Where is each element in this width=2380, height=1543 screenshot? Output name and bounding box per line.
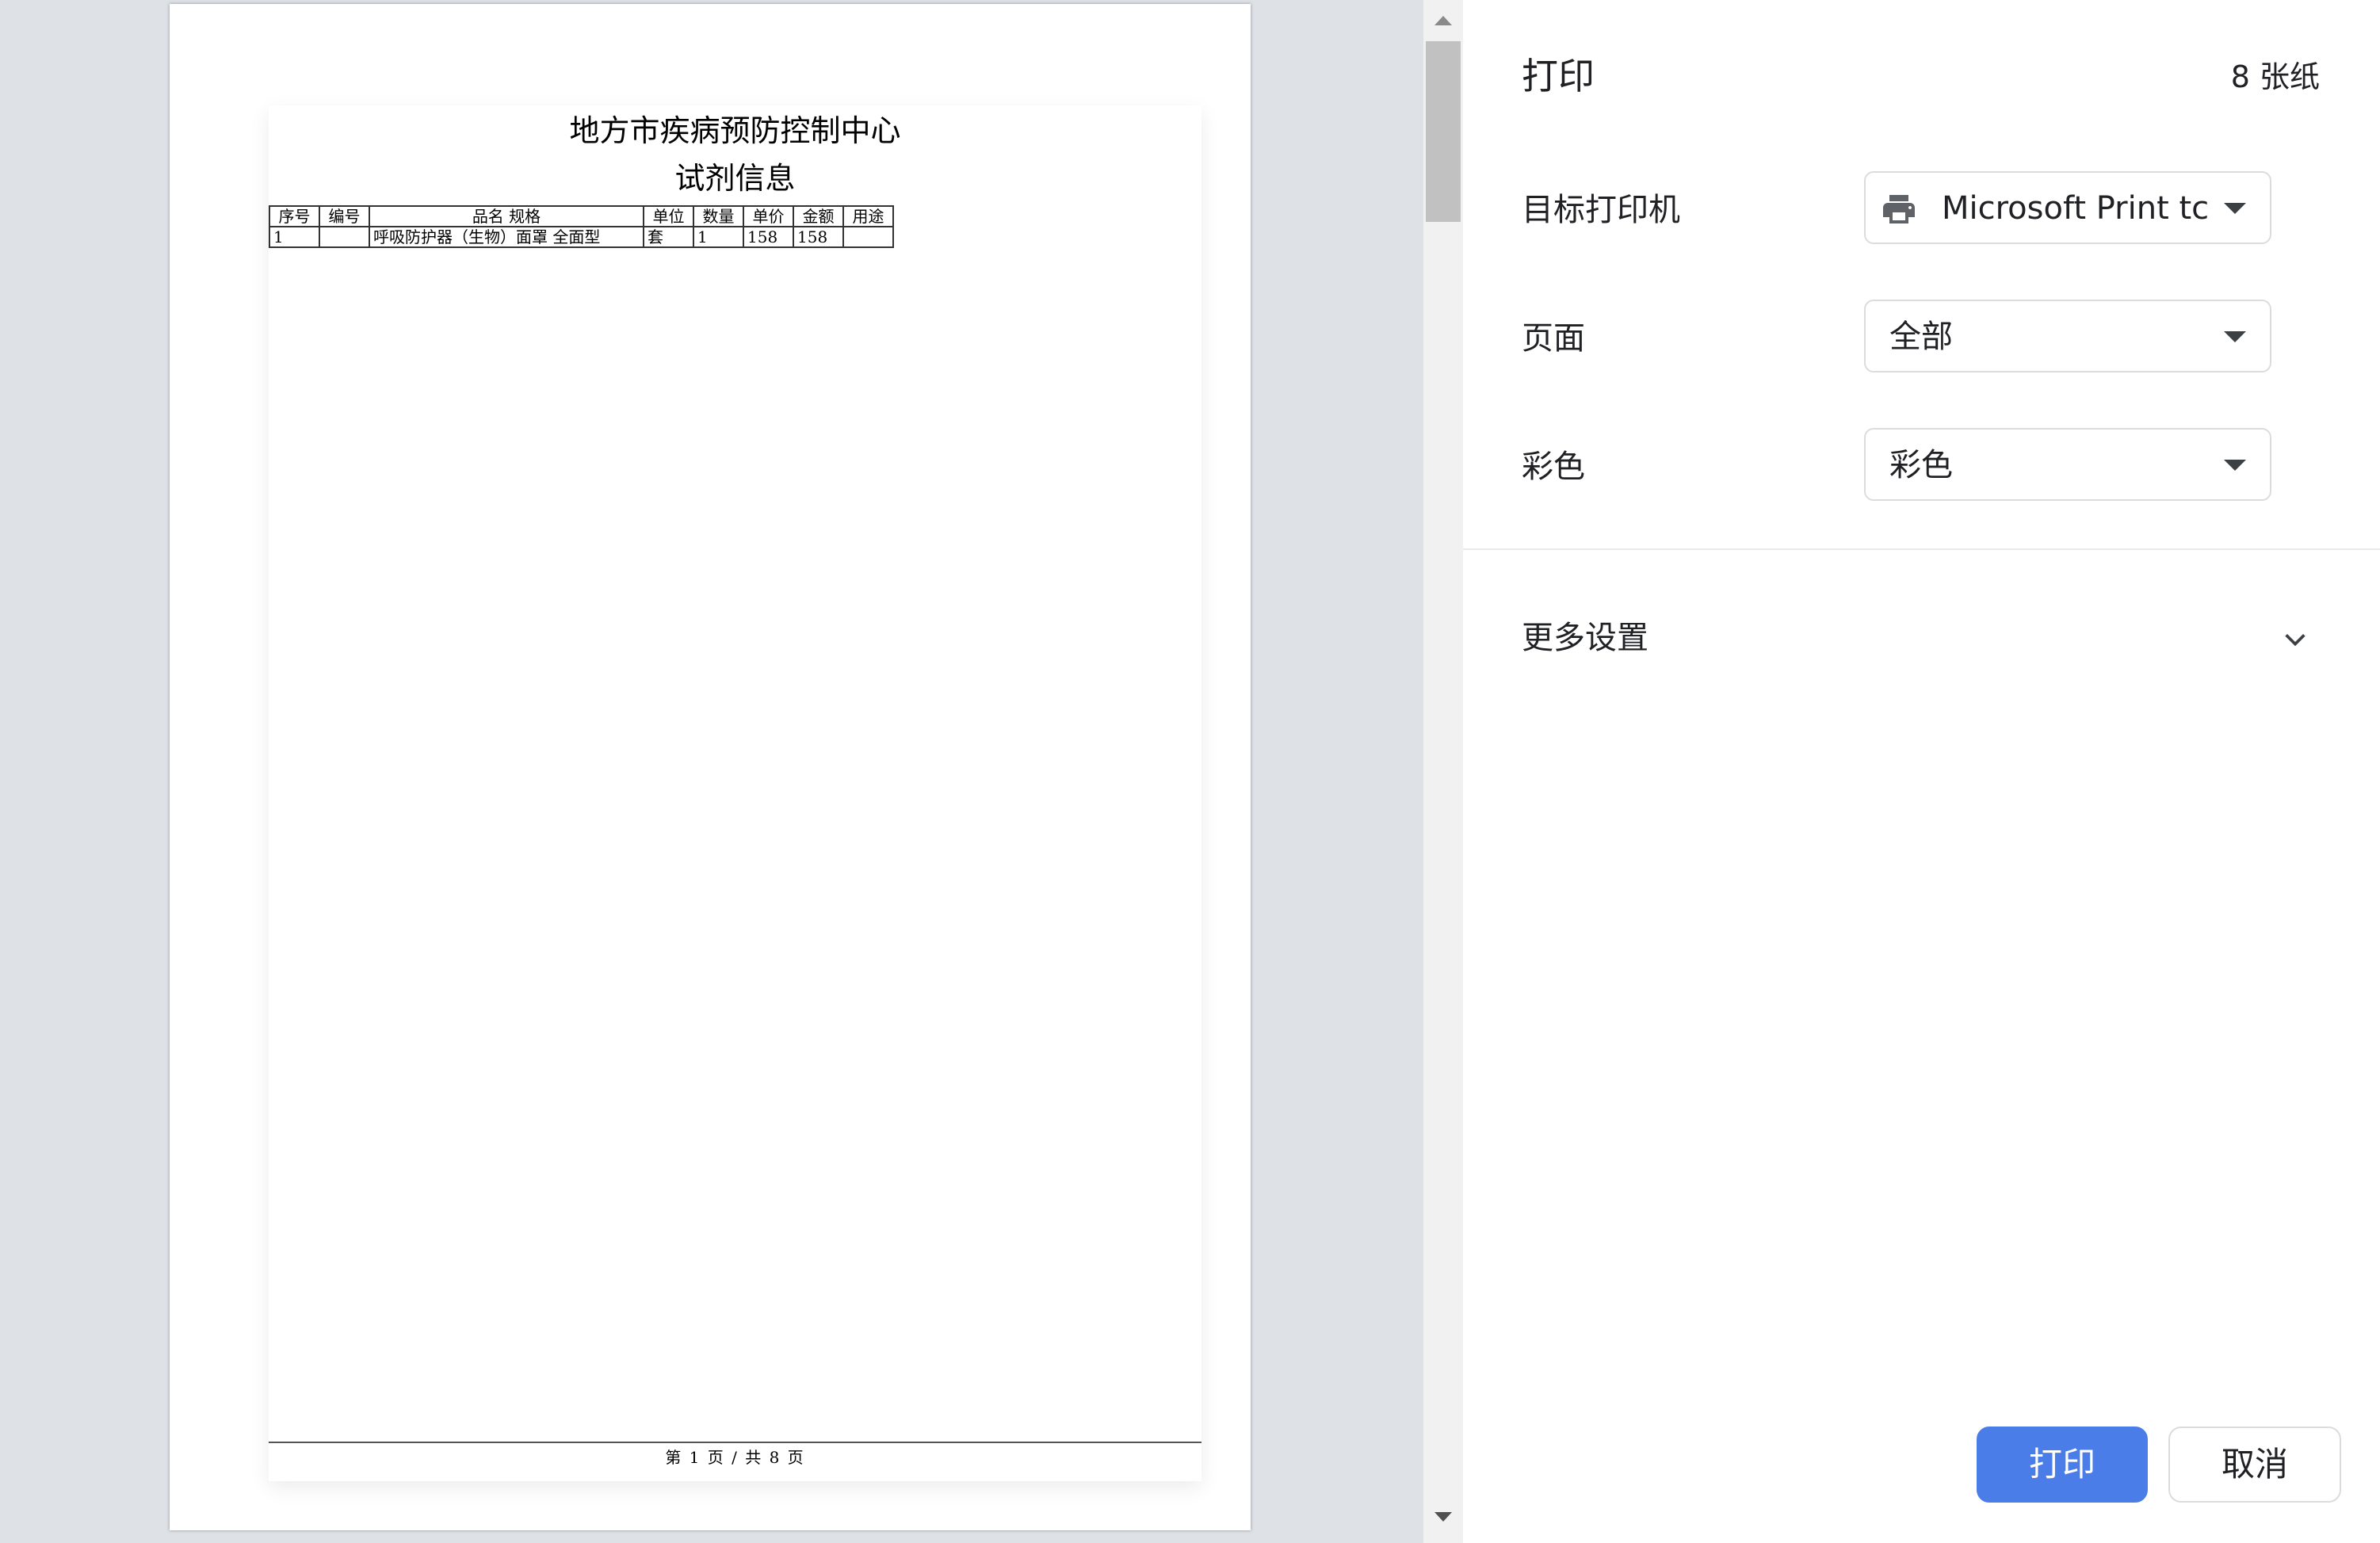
reagent-table: 序号 编号 品名 规格 单位 数量 单价 金额 用途 1 呼吸防护器（生物）面罩… xyxy=(269,205,894,248)
print-button[interactable]: 打印 xyxy=(1977,1427,2148,1503)
document-subtitle: 试剂信息 xyxy=(674,161,796,196)
pages-value: 全部 xyxy=(1889,319,1953,355)
print-settings-panel: 打印 8 张纸 目标打印机 Microsoft Print tc 页面 全部 彩… xyxy=(1463,0,2380,1543)
panel-divider xyxy=(1463,548,2380,550)
color-select[interactable]: 彩色 xyxy=(1864,428,2271,501)
dropdown-arrow-icon xyxy=(2224,203,2246,214)
scroll-down-arrow[interactable] xyxy=(1423,1506,1463,1530)
table-row: 1 呼吸防护器（生物）面罩 全面型 套 1 158 158 xyxy=(269,226,894,248)
destination-select[interactable]: Microsoft Print tc xyxy=(1864,171,2271,244)
preview-scrollbar[interactable] xyxy=(1423,0,1463,1543)
page-footer: 第 1 页 / 共 8 页 xyxy=(665,1448,805,1467)
footer-divider xyxy=(269,1442,1201,1443)
table-header-cell: 序号 xyxy=(269,205,320,227)
table-cell: 158 xyxy=(743,226,794,248)
table-header-cell: 单位 xyxy=(643,205,694,227)
scroll-up-arrow[interactable] xyxy=(1423,8,1463,32)
table-header-cell: 金额 xyxy=(793,205,844,227)
table-header-cell: 单价 xyxy=(743,205,794,227)
sheet-count: 8 张纸 xyxy=(2230,59,2320,94)
pages-select[interactable]: 全部 xyxy=(1864,300,2271,372)
table-header-cell: 编号 xyxy=(319,205,370,227)
more-settings-label: 更多设置 xyxy=(1522,620,1648,656)
pages-label: 页面 xyxy=(1522,320,1585,357)
table-cell xyxy=(319,226,370,248)
table-cell xyxy=(842,226,894,248)
print-preview-area: 地方市疾病预防控制中心 试剂信息 序号 编号 品名 规格 单位 数量 单价 金额… xyxy=(0,0,1423,1543)
destination-label: 目标打印机 xyxy=(1522,192,1680,228)
table-header-cell: 数量 xyxy=(693,205,744,227)
cancel-button[interactable]: 取消 xyxy=(2168,1427,2341,1503)
table-cell: 158 xyxy=(793,226,844,248)
dropdown-arrow-icon xyxy=(2224,331,2246,342)
table-cell: 套 xyxy=(643,226,694,248)
table-header-cell: 用途 xyxy=(842,205,894,227)
chevron-down-icon xyxy=(2285,634,2306,647)
dropdown-arrow-icon xyxy=(2224,460,2246,471)
destination-value: Microsoft Print tc xyxy=(1942,190,2210,227)
color-value: 彩色 xyxy=(1889,447,1953,483)
table-cell: 呼吸防护器（生物）面罩 全面型 xyxy=(369,226,644,248)
panel-title: 打印 xyxy=(1522,55,1595,97)
scroll-thumb[interactable] xyxy=(1426,41,1461,222)
page-content: 地方市疾病预防控制中心 试剂信息 序号 编号 品名 规格 单位 数量 单价 金额… xyxy=(269,105,1201,1481)
table-header-row: 序号 编号 品名 规格 单位 数量 单价 金额 用途 xyxy=(269,205,894,227)
table-cell: 1 xyxy=(269,226,320,248)
color-label: 彩色 xyxy=(1522,449,1585,485)
more-settings-toggle[interactable]: 更多设置 xyxy=(1463,602,2380,675)
preview-page: 地方市疾病预防控制中心 试剂信息 序号 编号 品名 规格 单位 数量 单价 金额… xyxy=(170,4,1251,1530)
table-cell: 1 xyxy=(693,226,744,248)
table-header-cell: 品名 规格 xyxy=(369,205,644,227)
document-title: 地方市疾病预防控制中心 xyxy=(569,113,901,148)
printer-icon xyxy=(1883,195,1915,223)
